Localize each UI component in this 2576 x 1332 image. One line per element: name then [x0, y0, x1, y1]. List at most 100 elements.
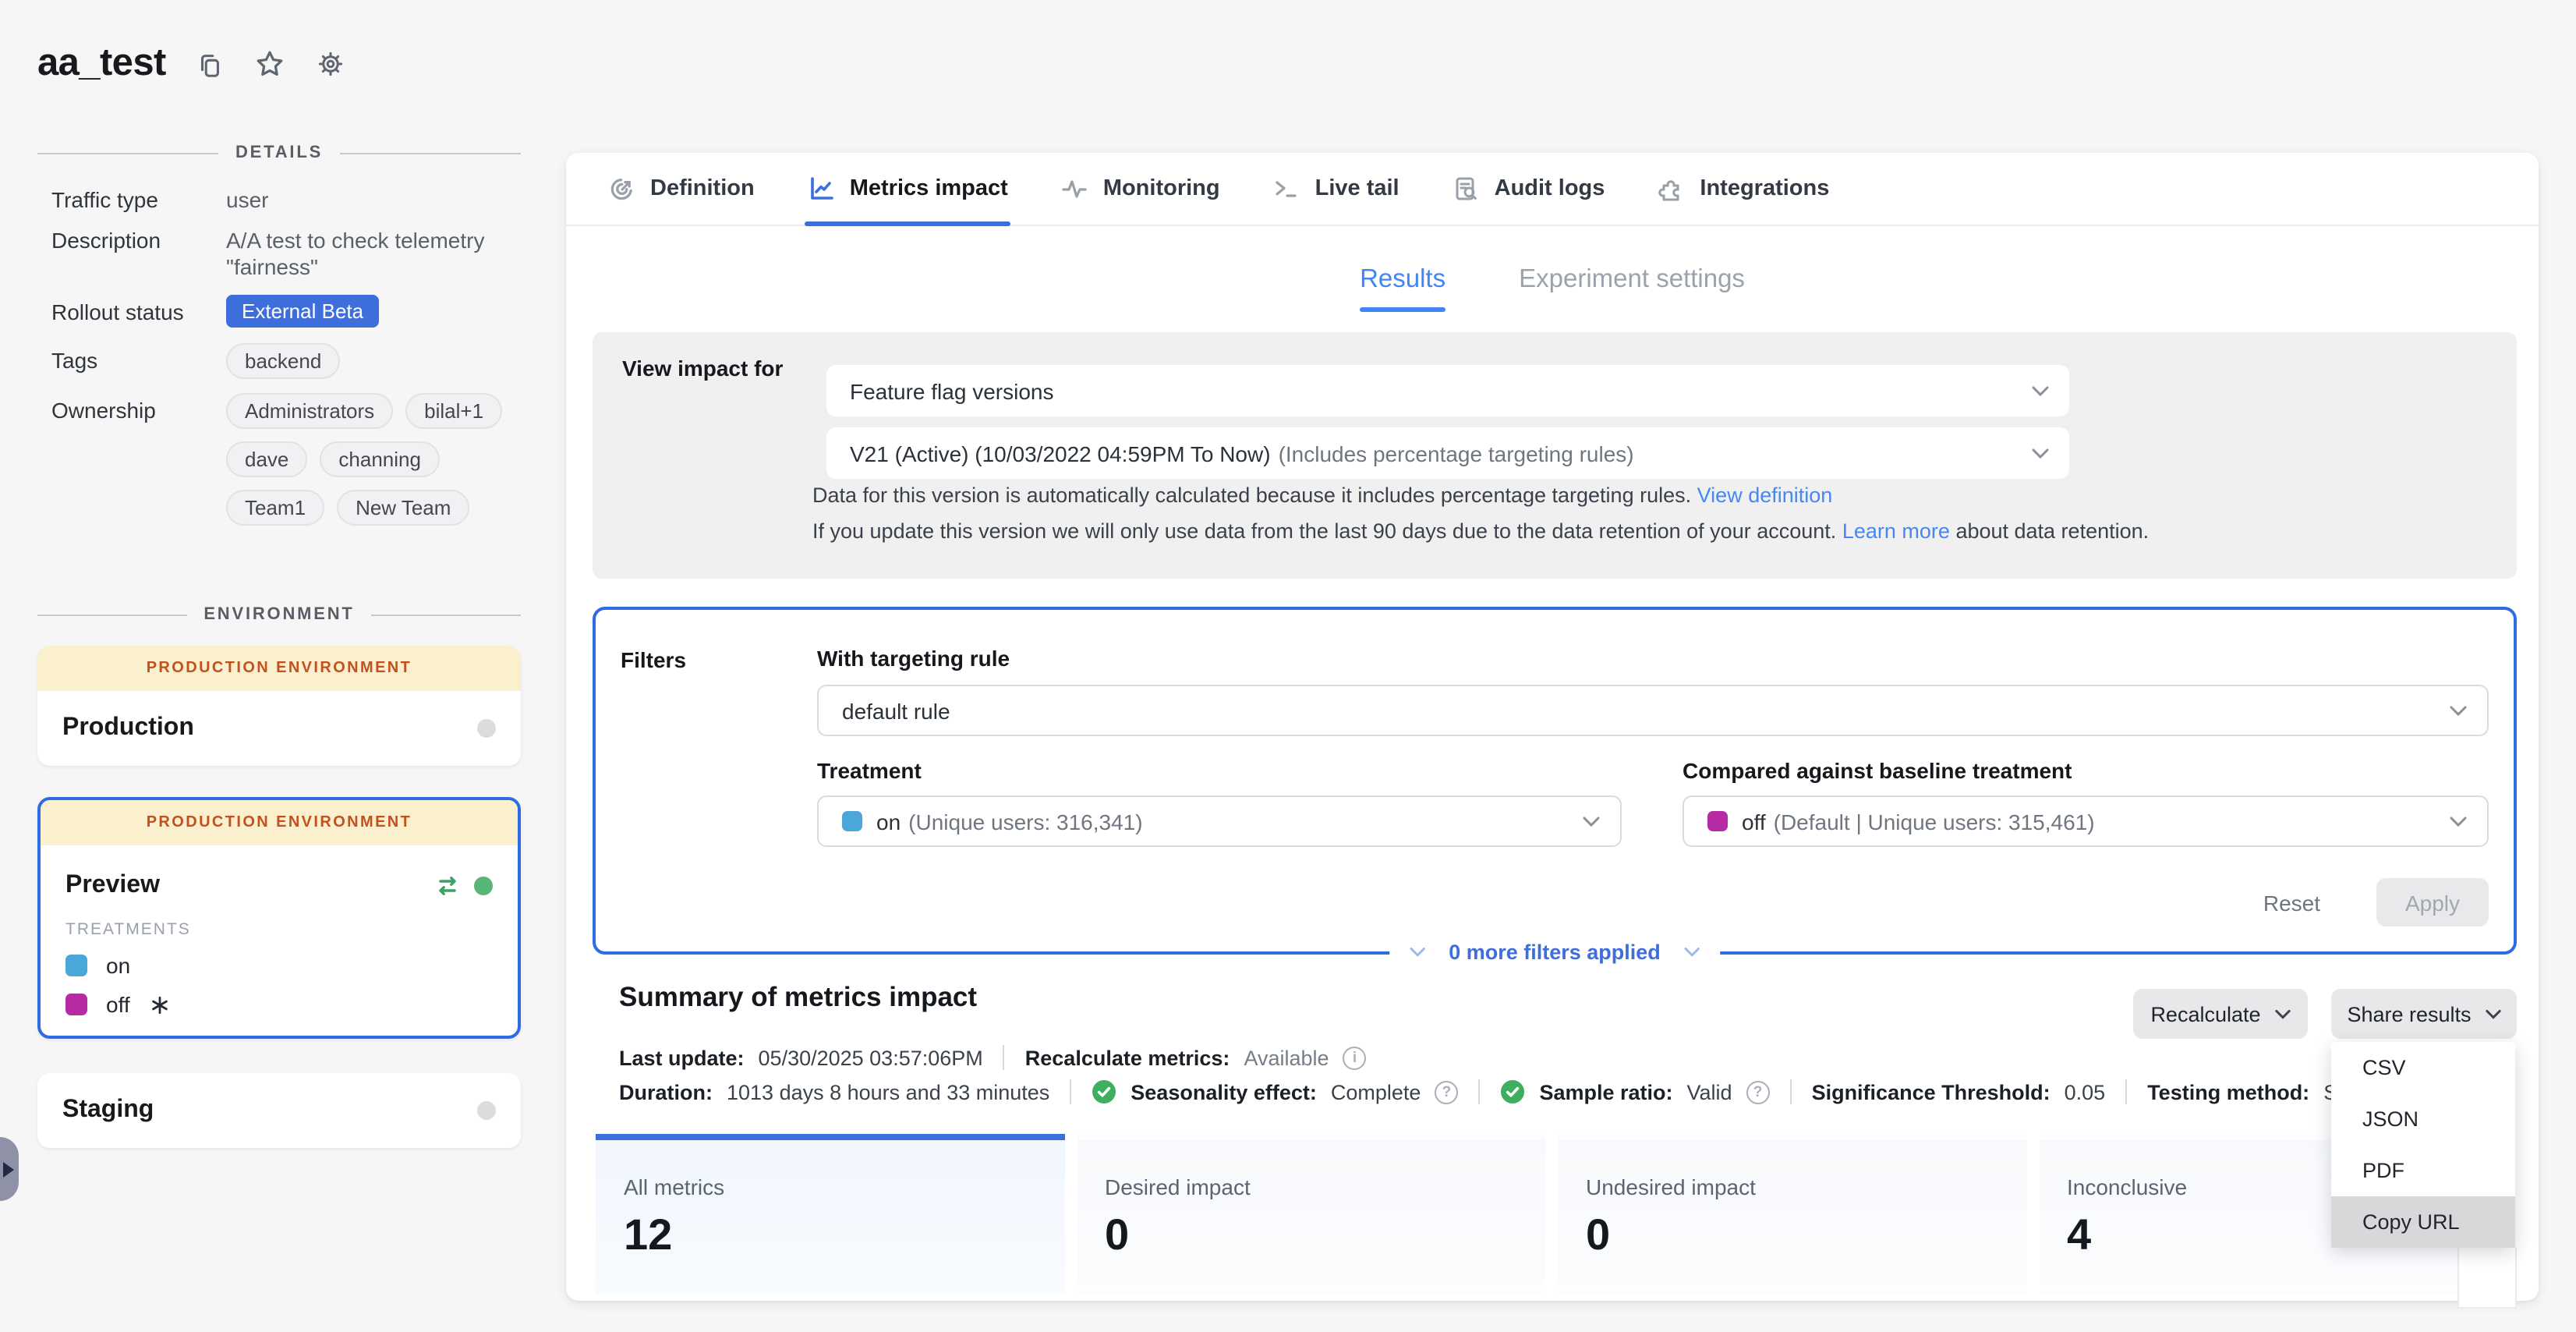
subtab-experiment-settings[interactable]: Experiment settings	[1519, 265, 1745, 295]
chevron-down-icon	[1684, 947, 1700, 958]
gear-icon[interactable]	[316, 48, 347, 80]
subtab-results[interactable]: Results	[1360, 265, 1445, 295]
details-divider: DETAILS	[37, 143, 521, 162]
recalculate-button[interactable]: Recalculate	[2133, 989, 2308, 1039]
treatment-off-swatch	[1707, 811, 1728, 831]
summary-meta-row-1: Last update: 05/30/2025 03:57:06PM Recal…	[619, 1045, 2506, 1070]
learn-more-link[interactable]: Learn more	[1842, 519, 1950, 543]
results-subtabs: Results Experiment settings	[566, 265, 2539, 295]
metric-card-label: All metrics	[624, 1174, 1064, 1199]
recalc-metrics-label: Recalculate metrics:	[1025, 1046, 1230, 1069]
apply-button[interactable]: Apply	[2376, 878, 2489, 926]
treatments-heading: TREATMENTS	[41, 917, 518, 939]
impact-source-dropdown[interactable]: Feature flag versions	[826, 365, 2069, 416]
testing-method-label: Testing method:	[2147, 1080, 2309, 1104]
tag-chip[interactable]: backend	[226, 343, 340, 379]
menu-item-json[interactable]: JSON	[2331, 1093, 2515, 1145]
targeting-rule-dropdown[interactable]: default rule	[817, 685, 2489, 736]
tab-live-tail[interactable]: Live tail	[1273, 153, 1399, 225]
swap-arrows-icon[interactable]	[435, 873, 460, 898]
treatment-row-off: off	[41, 978, 518, 1017]
status-dot-gray	[477, 719, 496, 738]
puzzle-icon	[1658, 175, 1686, 203]
tab-label: Live tail	[1315, 176, 1399, 201]
tab-definition[interactable]: Definition	[608, 153, 755, 225]
metric-card-desired-impact[interactable]: Desired impact 0	[1077, 1134, 1545, 1295]
filters-label: Filters	[621, 647, 686, 672]
env-card-production[interactable]: PRODUCTION ENVIRONMENT Production	[37, 646, 521, 766]
treatment-off-label: off	[106, 992, 130, 1017]
more-filters-toggle[interactable]: 0 more filters applied	[1389, 937, 1720, 967]
menu-shadow-panel	[2457, 1248, 2517, 1309]
tab-metrics-impact[interactable]: Metrics impact	[808, 153, 1008, 225]
baseline-note: (Default | Unique users: 315,461)	[1774, 809, 2095, 834]
divider	[1478, 1079, 1480, 1104]
treatment-label: Treatment	[817, 758, 922, 783]
tab-label: Metrics impact	[850, 176, 1008, 201]
metric-card-all-metrics[interactable]: All metrics 12	[596, 1134, 1064, 1295]
version-value: V21 (Active) (10/03/2022 04:59PM To Now)	[850, 441, 1271, 466]
sidebar: aa_test DETAILS Traffic type user Descri…	[0, 0, 566, 1332]
menu-item-pdf[interactable]: PDF	[2331, 1145, 2515, 1196]
production-env-banner: PRODUCTION ENVIRONMENT	[37, 646, 521, 691]
metric-card-label: Undesired impact	[1586, 1174, 2026, 1199]
tab-bar: Definition Metrics impact Monitoring Liv…	[566, 153, 2539, 226]
terminal-icon	[1273, 175, 1301, 203]
treatment-on-swatch	[842, 811, 862, 831]
baseline-value: off	[1742, 809, 1766, 834]
summary-heading: Summary of metrics impact	[619, 981, 977, 1014]
tab-audit-logs[interactable]: Audit logs	[1453, 153, 1605, 225]
sidebar-expand-handle[interactable]	[0, 1137, 19, 1201]
owner-chip[interactable]: channing	[320, 441, 440, 477]
metric-card-label: Desired impact	[1105, 1174, 1545, 1199]
version-dropdown[interactable]: V21 (Active) (10/03/2022 04:59PM To Now)…	[826, 427, 2069, 479]
metric-card-value: 0	[1105, 1210, 1545, 1260]
copy-icon[interactable]	[196, 49, 225, 79]
rollout-status-label: Rollout status	[37, 295, 226, 328]
tags-label: Tags	[37, 343, 226, 379]
env-name-staging: Staging	[62, 1096, 154, 1125]
retention-info-text: If you update this version we will only …	[812, 519, 1836, 543]
environment-heading: ENVIRONMENT	[203, 605, 354, 624]
check-circle-icon	[1092, 1079, 1116, 1104]
description-label: Description	[37, 228, 226, 281]
env-card-preview[interactable]: PRODUCTION ENVIRONMENT Preview TREATMENT…	[37, 797, 521, 1039]
menu-item-csv[interactable]: CSV	[2331, 1042, 2515, 1093]
page-title: aa_test	[37, 42, 166, 86]
tab-integrations[interactable]: Integrations	[1658, 153, 1829, 225]
reset-button[interactable]: Reset	[2254, 888, 2330, 916]
tab-label: Integrations	[1700, 176, 1829, 201]
summary-meta-row-2: Duration: 1013 days 8 hours and 33 minut…	[619, 1079, 2506, 1104]
owner-chip[interactable]: bilal+1	[405, 393, 502, 429]
env-name-production: Production	[62, 714, 194, 742]
view-definition-link[interactable]: View definition	[1697, 484, 1833, 507]
filters-box: Filters With targeting rule default rule…	[593, 607, 2517, 955]
detail-row-rollout-status: Rollout status External Beta	[37, 295, 529, 328]
owner-chip[interactable]: New Team	[337, 490, 469, 526]
help-icon[interactable]: ?	[1746, 1080, 1770, 1104]
last-update-label: Last update:	[619, 1046, 745, 1069]
owner-chip[interactable]: dave	[226, 441, 307, 477]
more-filters-label: 0 more filters applied	[1449, 941, 1661, 964]
detail-row-tags: Tags backend	[37, 343, 529, 379]
metric-summary-cards: All metrics 12 Desired impact 0 Undesire…	[596, 1134, 2507, 1295]
seasonality-label: Seasonality effect:	[1131, 1080, 1317, 1104]
chevron-down-icon	[2032, 385, 2049, 396]
treatment-value: on	[876, 809, 901, 834]
version-note: (Includes percentage targeting rules)	[1279, 441, 1634, 466]
env-card-staging[interactable]: Staging	[37, 1073, 521, 1148]
metric-card-undesired-impact[interactable]: Undesired impact 0	[1558, 1134, 2026, 1295]
chevron-down-icon	[2032, 448, 2049, 459]
owner-chip[interactable]: Administrators	[226, 393, 393, 429]
baseline-dropdown[interactable]: off (Default | Unique users: 315,461)	[1683, 795, 2489, 847]
info-icon[interactable]: i	[1343, 1046, 1367, 1069]
help-icon[interactable]: ?	[1435, 1080, 1458, 1104]
menu-item-copy-url[interactable]: Copy URL	[2331, 1196, 2515, 1248]
baseline-label: Compared against baseline treatment	[1683, 758, 2072, 783]
owner-chip[interactable]: Team1	[226, 490, 324, 526]
treatment-dropdown[interactable]: on (Unique users: 316,341)	[817, 795, 1622, 847]
star-icon[interactable]	[255, 48, 286, 80]
rollout-status-badge: External Beta	[226, 295, 379, 328]
tab-monitoring[interactable]: Monitoring	[1061, 153, 1220, 225]
share-results-button[interactable]: Share results	[2331, 989, 2517, 1039]
